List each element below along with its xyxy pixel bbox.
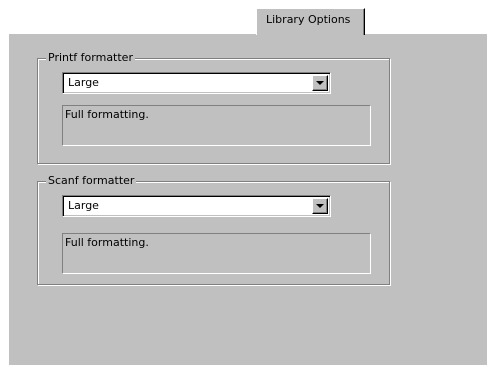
printf-formatter-value: Large xyxy=(68,76,99,89)
tab-library-options-label: Library Options xyxy=(266,13,351,26)
chevron-down-icon xyxy=(316,81,324,85)
printf-formatter-select[interactable]: Large xyxy=(62,72,331,94)
printf-formatter-group: Printf formatter Large Full formatting. xyxy=(37,51,390,164)
library-options-page: Library Options Printf formatter Large F… xyxy=(0,0,487,365)
scanf-formatter-select[interactable]: Large xyxy=(62,195,331,217)
chevron-down-icon xyxy=(316,204,324,208)
printf-formatter-description-box: Full formatting. xyxy=(62,105,371,146)
scanf-formatter-description-box: Full formatting. xyxy=(62,233,371,274)
scanf-formatter-group: Scanf formatter Large Full formatting. xyxy=(37,174,390,285)
printf-formatter-legend: Printf formatter xyxy=(46,51,135,65)
printf-formatter-dropdown-button[interactable] xyxy=(312,75,328,91)
tab-library-options[interactable]: Library Options xyxy=(256,8,365,35)
scanf-formatter-legend: Scanf formatter xyxy=(46,174,137,188)
scanf-formatter-description: Full formatting. xyxy=(65,236,149,249)
scanf-formatter-value: Large xyxy=(68,199,99,212)
scanf-formatter-dropdown-button[interactable] xyxy=(312,198,328,214)
printf-formatter-description: Full formatting. xyxy=(65,108,149,121)
